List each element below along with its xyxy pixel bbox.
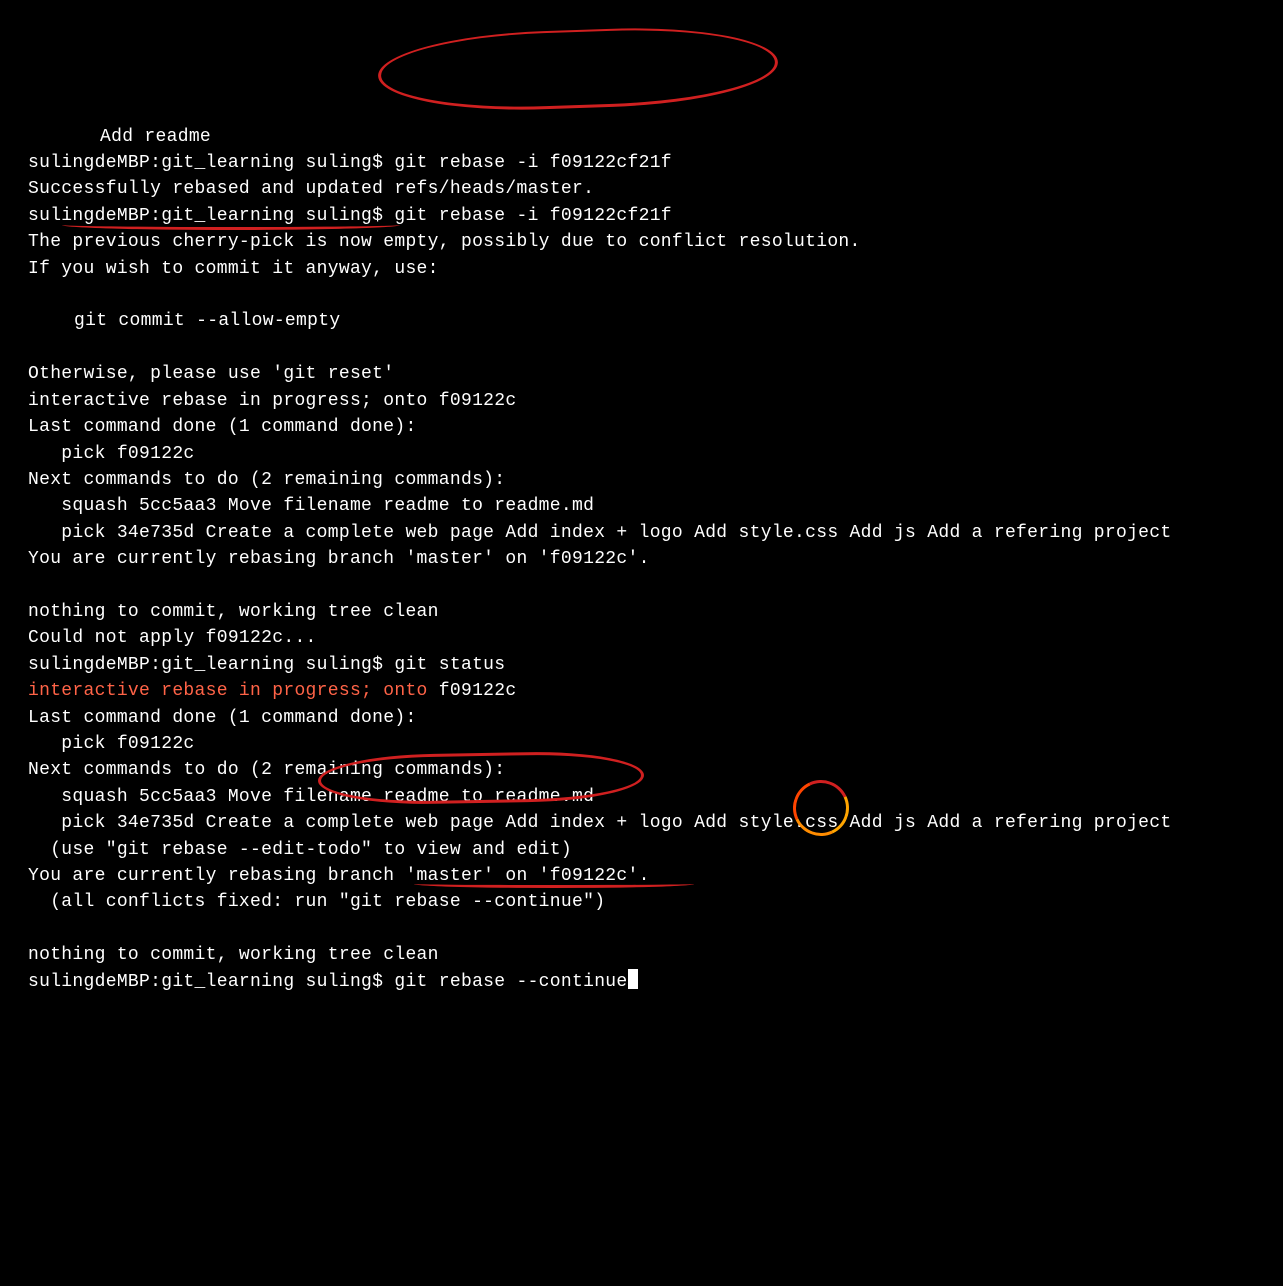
terminal-line: interactive rebase in progress; onto f09… (28, 678, 1255, 704)
terminal-line: squash 5cc5aa3 Move filename readme to r… (28, 493, 1255, 519)
terminal-line: Last command done (1 command done): (28, 414, 1255, 440)
terminal-line (28, 573, 1255, 599)
terminal-line: nothing to commit, working tree clean (28, 599, 1255, 625)
terminal-line: interactive rebase in progress; onto f09… (28, 388, 1255, 414)
terminal-line: You are currently rebasing branch 'maste… (28, 863, 1255, 889)
terminal-line: pick 34e735d Create a complete web page … (28, 810, 1255, 836)
terminal-line: You are currently rebasing branch 'maste… (28, 546, 1255, 572)
terminal-line: If you wish to commit it anyway, use: (28, 256, 1255, 282)
terminal-line: pick f09122c (28, 731, 1255, 757)
terminal-line: Otherwise, please use 'git reset' (28, 361, 1255, 387)
terminal-line: sulingdeMBP:git_learning suling$ git reb… (28, 203, 1255, 229)
terminal-line: Successfully rebased and updated refs/he… (28, 176, 1255, 202)
terminal-line: Next commands to do (2 remaining command… (28, 757, 1255, 783)
terminal-line: (use "git rebase --edit-todo" to view an… (28, 837, 1255, 863)
terminal-line (28, 282, 1255, 308)
terminal-line: (all conflicts fixed: run "git rebase --… (28, 889, 1255, 915)
terminal-output[interactable]: Add readmesulingdeMBP:git_learning sulin… (28, 124, 1255, 995)
annotation-circle-rebase-1 (377, 23, 779, 115)
terminal-line: squash 5cc5aa3 Move filename readme to r… (28, 784, 1255, 810)
terminal-line: Last command done (1 command done): (28, 705, 1255, 731)
terminal-line: sulingdeMBP:git_learning suling$ git sta… (28, 652, 1255, 678)
terminal-line: nothing to commit, working tree clean (28, 942, 1255, 968)
terminal-line: sulingdeMBP:git_learning suling$ git reb… (28, 150, 1255, 176)
terminal-line: Add readme (28, 124, 1255, 150)
terminal-line: pick 34e735d Create a complete web page … (28, 520, 1255, 546)
terminal-line: git commit --allow-empty (28, 308, 1255, 334)
terminal-line: The previous cherry-pick is now empty, p… (28, 229, 1255, 255)
terminal-line (28, 335, 1255, 361)
terminal-line: Could not apply f09122c... (28, 625, 1255, 651)
terminal-line (28, 916, 1255, 942)
terminal-line: pick f09122c (28, 441, 1255, 467)
terminal-line: Next commands to do (2 remaining command… (28, 467, 1255, 493)
terminal-line: sulingdeMBP:git_learning suling$ git reb… (28, 969, 1255, 995)
cursor (628, 969, 638, 989)
